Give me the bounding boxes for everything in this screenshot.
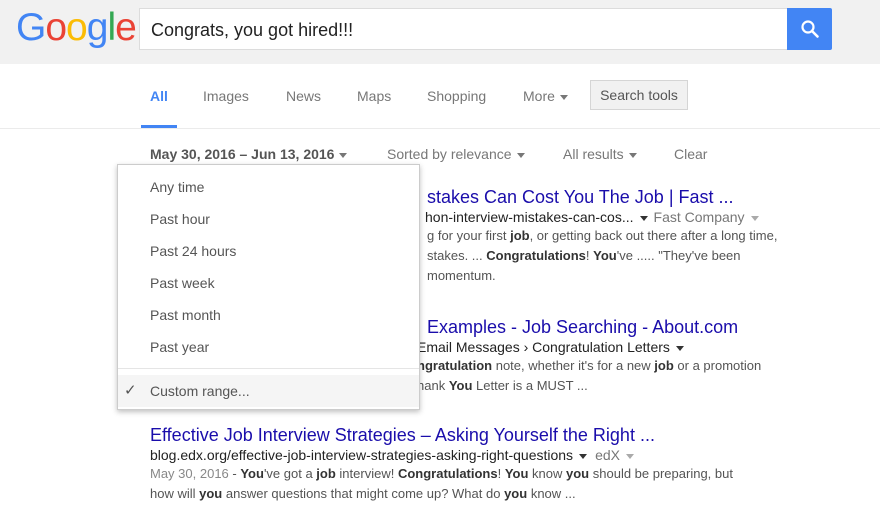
search-tabs: All Images News Maps Shopping More Searc… xyxy=(0,64,880,129)
menu-item-custom-range[interactable]: ✓ Custom range... xyxy=(118,375,419,407)
tab-more[interactable]: More xyxy=(523,88,568,104)
result-url: Email Messages › Congratulation Letters xyxy=(417,338,827,356)
result-snippet: g for your first job, or getting back ou… xyxy=(427,226,827,286)
snippet-line: momentum. xyxy=(427,268,496,283)
snippet-line: g for your first job, or getting back ou… xyxy=(427,228,778,243)
result-source: edX xyxy=(595,447,620,463)
menu-item-past-hour[interactable]: Past hour xyxy=(118,203,419,235)
chevron-down-icon[interactable] xyxy=(675,345,684,351)
search-box[interactable] xyxy=(139,8,787,50)
chevron-down-icon xyxy=(516,152,525,158)
active-tab-indicator xyxy=(141,125,177,128)
chevron-down-icon[interactable] xyxy=(625,453,634,459)
time-range-menu: Any time Past hour Past 24 hours Past we… xyxy=(117,164,420,410)
checkmark-icon: ✓ xyxy=(124,382,137,399)
date-range-dropdown[interactable]: May 30, 2016 – Jun 13, 2016 xyxy=(150,146,348,162)
search-result: Effective Job Interview Strategies – Ask… xyxy=(150,424,850,504)
chevron-down-icon[interactable] xyxy=(639,215,648,221)
result-date: May 30, 2016 xyxy=(150,466,229,481)
result-snippet: May 30, 2016 - You've got a job intervie… xyxy=(150,464,850,504)
snippet-line: May 30, 2016 - You've got a job intervie… xyxy=(150,466,733,481)
sort-label: Sorted by relevance xyxy=(387,146,512,162)
menu-item-past-week[interactable]: Past week xyxy=(118,267,419,299)
search-tools-bar: May 30, 2016 – Jun 13, 2016 Sorted by re… xyxy=(0,142,880,164)
tab-news[interactable]: News xyxy=(286,88,321,104)
result-url-text: blog.edx.org/effective-job-interview-str… xyxy=(150,447,574,463)
result-source: Fast Company xyxy=(653,209,745,225)
result-url-text: Email Messages › Congratulation Letters xyxy=(417,339,670,355)
tab-images[interactable]: Images xyxy=(203,88,249,104)
results-filter-label: All results xyxy=(563,146,624,162)
chevron-down-icon[interactable] xyxy=(750,215,759,221)
result-url-text: hon-interview-mistakes-can-cos... xyxy=(425,209,634,225)
clear-link[interactable]: Clear xyxy=(674,146,707,162)
menu-item-any-time[interactable]: Any time xyxy=(118,171,419,203)
tab-maps[interactable]: Maps xyxy=(357,88,391,104)
result-title[interactable]: Examples - Job Searching - About.com xyxy=(427,316,827,338)
header: Google xyxy=(0,0,880,64)
snippet-line: ngratulation note, whether it's for a ne… xyxy=(417,358,762,373)
search-result: Examples - Job Searching - About.com Ema… xyxy=(417,316,827,396)
chevron-down-icon xyxy=(559,94,568,100)
menu-item-past-year[interactable]: Past year xyxy=(118,331,419,363)
result-snippet: ngratulation note, whether it's for a ne… xyxy=(417,356,827,396)
snippet-line: how will you answer questions that might… xyxy=(150,486,576,501)
snippet-line: hank You Letter is a MUST ... xyxy=(417,378,588,393)
tab-shopping[interactable]: Shopping xyxy=(427,88,486,104)
menu-item-past-month[interactable]: Past month xyxy=(118,299,419,331)
result-title[interactable]: Effective Job Interview Strategies – Ask… xyxy=(150,424,850,446)
chevron-down-icon xyxy=(628,152,637,158)
menu-item-custom-range-label: Custom range... xyxy=(150,383,250,399)
date-range-label: May 30, 2016 – Jun 13, 2016 xyxy=(150,146,335,162)
menu-item-past-24-hours[interactable]: Past 24 hours xyxy=(118,235,419,267)
result-title[interactable]: stakes Can Cost You The Job | Fast ... xyxy=(427,186,827,208)
results-filter-dropdown[interactable]: All results xyxy=(563,146,637,162)
result-url: blog.edx.org/effective-job-interview-str… xyxy=(150,446,850,464)
menu-divider xyxy=(118,368,419,369)
tab-more-label: More xyxy=(523,88,555,104)
sort-dropdown[interactable]: Sorted by relevance xyxy=(387,146,525,162)
search-button[interactable] xyxy=(787,8,832,50)
search-result: stakes Can Cost You The Job | Fast ... h… xyxy=(425,186,827,286)
google-logo[interactable]: Google xyxy=(16,4,137,52)
result-url: hon-interview-mistakes-can-cos... Fast Co… xyxy=(425,208,827,226)
snippet-line: stakes. ... Congratulations! You've ....… xyxy=(427,248,741,263)
search-icon xyxy=(801,20,819,38)
chevron-down-icon xyxy=(339,152,348,158)
search-input[interactable] xyxy=(151,18,771,42)
search-tools-button[interactable]: Search tools xyxy=(590,80,688,110)
tab-all[interactable]: All xyxy=(150,88,168,104)
chevron-down-icon[interactable] xyxy=(579,453,588,459)
